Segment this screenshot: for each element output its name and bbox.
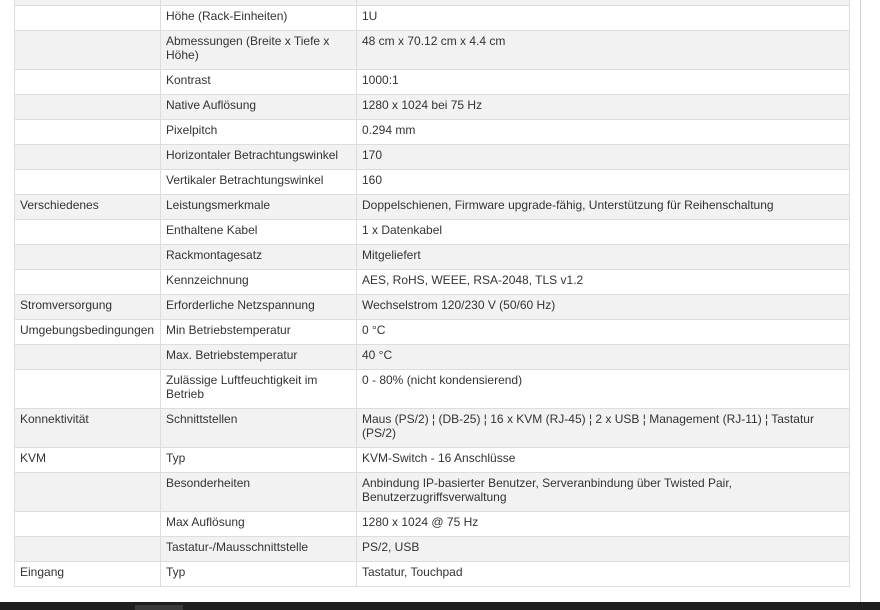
group-cell [14,344,161,370]
table-row: Max Auflösung 1280 x 1024 @ 75 Hz [14,511,850,537]
attribute-cell: Horizontaler Betrachtungswinkel [160,144,357,170]
spec-table-body: Höhe (Rack-Einheiten) 1U Abmessungen (Br… [14,0,850,587]
group-cell [14,472,161,512]
group-cell [14,30,161,70]
group-cell: Stromversorgung [14,294,161,320]
value-cell: Doppelschienen, Firmware upgrade-fähig, … [356,194,850,220]
table-row: Pixelpitch 0.294 mm [14,119,850,145]
attribute-cell: Tastatur-/Mausschnittstelle [160,536,357,562]
table-row: Kennzeichnung AES, RoHS, WEEE, RSA-2048,… [14,269,850,295]
table-row: Tastatur-/Mausschnittstelle PS/2, USB [14,536,850,562]
table-row: Höhe (Rack-Einheiten) 1U [14,5,850,31]
group-cell [14,219,161,245]
value-cell: 160 [356,169,850,195]
table-row: Umgebungsbedingungen Min Betriebstempera… [14,319,850,345]
value-cell: 1280 x 1024 @ 75 Hz [356,511,850,537]
group-cell [14,5,161,31]
attribute-cell: Vertikaler Betrachtungswinkel [160,169,357,195]
attribute-cell: Min Betriebstemperatur [160,319,357,345]
horizontal-scrollbar[interactable] [0,602,880,610]
value-cell: 170 [356,144,850,170]
value-cell: Anbindung IP-basierter Benutzer, Servera… [356,472,850,512]
attribute-cell: Enthaltene Kabel [160,219,357,245]
group-cell [14,244,161,270]
value-cell: 0 - 80% (nicht kondensierend) [356,369,850,409]
table-row: Konnektivität Schnittstellen Maus (PS/2)… [14,408,850,448]
attribute-cell: Zulässige Luftfeuchtigkeit im Betrieb [160,369,357,409]
attribute-cell: Kontrast [160,69,357,95]
value-cell: 1 x Datenkabel [356,219,850,245]
group-cell [14,369,161,409]
value-cell: 0.294 mm [356,119,850,145]
value-cell: Maus (PS/2) ¦ (DB-25) ¦ 16 x KVM (RJ-45)… [356,408,850,448]
table-row: Enthaltene Kabel 1 x Datenkabel [14,219,850,245]
group-cell: Eingang [14,561,161,587]
table-row: Vertikaler Betrachtungswinkel 160 [14,169,850,195]
group-cell [14,69,161,95]
table-row: Max. Betriebstemperatur 40 °C [14,344,850,370]
value-cell: 40 °C [356,344,850,370]
table-row: Verschiedenes Leistungsmerkmale Doppelsc… [14,194,850,220]
scrollbar-thumb[interactable] [135,605,183,610]
table-row: Zulässige Luftfeuchtigkeit im Betrieb 0 … [14,369,850,409]
value-cell: KVM-Switch - 16 Anschlüsse [356,447,850,473]
attribute-cell: Leistungsmerkmale [160,194,357,220]
table-row: Native Auflösung 1280 x 1024 bei 75 Hz [14,94,850,120]
table-row: Rackmontagesatz Mitgeliefert [14,244,850,270]
attribute-cell: Typ [160,561,357,587]
value-cell: 1U [356,5,850,31]
group-cell: KVM [14,447,161,473]
attribute-cell: Native Auflösung [160,94,357,120]
attribute-cell: Höhe (Rack-Einheiten) [160,5,357,31]
attribute-cell: Erforderliche Netzspannung [160,294,357,320]
vertical-scrollbar[interactable] [862,0,880,602]
group-cell [14,511,161,537]
attribute-cell: Besonderheiten [160,472,357,512]
group-cell: Umgebungsbedingungen [14,319,161,345]
table-row: KVM Typ KVM-Switch - 16 Anschlüsse [14,447,850,473]
attribute-cell: Max. Betriebstemperatur [160,344,357,370]
group-cell [14,119,161,145]
table-row: Abmessungen (Breite x Tiefe x Höhe) 48 c… [14,30,850,70]
attribute-cell: Kennzeichnung [160,269,357,295]
group-cell: Konnektivität [14,408,161,448]
value-cell: AES, RoHS, WEEE, RSA-2048, TLS v1.2 [356,269,850,295]
table-row: Horizontaler Betrachtungswinkel 170 [14,144,850,170]
group-cell [14,536,161,562]
group-cell [14,94,161,120]
value-cell: 0 °C [356,319,850,345]
attribute-cell: Rackmontagesatz [160,244,357,270]
table-row: Eingang Typ Tastatur, Touchpad [14,561,850,587]
attribute-cell: Typ [160,447,357,473]
group-cell [14,144,161,170]
value-cell: 48 cm x 70.12 cm x 4.4 cm [356,30,850,70]
group-cell [14,169,161,195]
spec-table: Höhe (Rack-Einheiten) 1U Abmessungen (Br… [14,0,850,587]
value-cell: Tastatur, Touchpad [356,561,850,587]
value-cell: Mitgeliefert [356,244,850,270]
group-cell [14,269,161,295]
table-row: Kontrast 1000:1 [14,69,850,95]
attribute-cell: Pixelpitch [160,119,357,145]
group-cell: Verschiedenes [14,194,161,220]
value-cell: 1280 x 1024 bei 75 Hz [356,94,850,120]
attribute-cell: Schnittstellen [160,408,357,448]
table-row: Stromversorgung Erforderliche Netzspannu… [14,294,850,320]
attribute-cell: Abmessungen (Breite x Tiefe x Höhe) [160,30,357,70]
attribute-cell: Max Auflösung [160,511,357,537]
value-cell: 1000:1 [356,69,850,95]
table-row: Besonderheiten Anbindung IP-basierter Be… [14,472,850,512]
value-cell: Wechselstrom 120/230 V (50/60 Hz) [356,294,850,320]
content-panel: Höhe (Rack-Einheiten) 1U Abmessungen (Br… [0,0,861,602]
value-cell: PS/2, USB [356,536,850,562]
